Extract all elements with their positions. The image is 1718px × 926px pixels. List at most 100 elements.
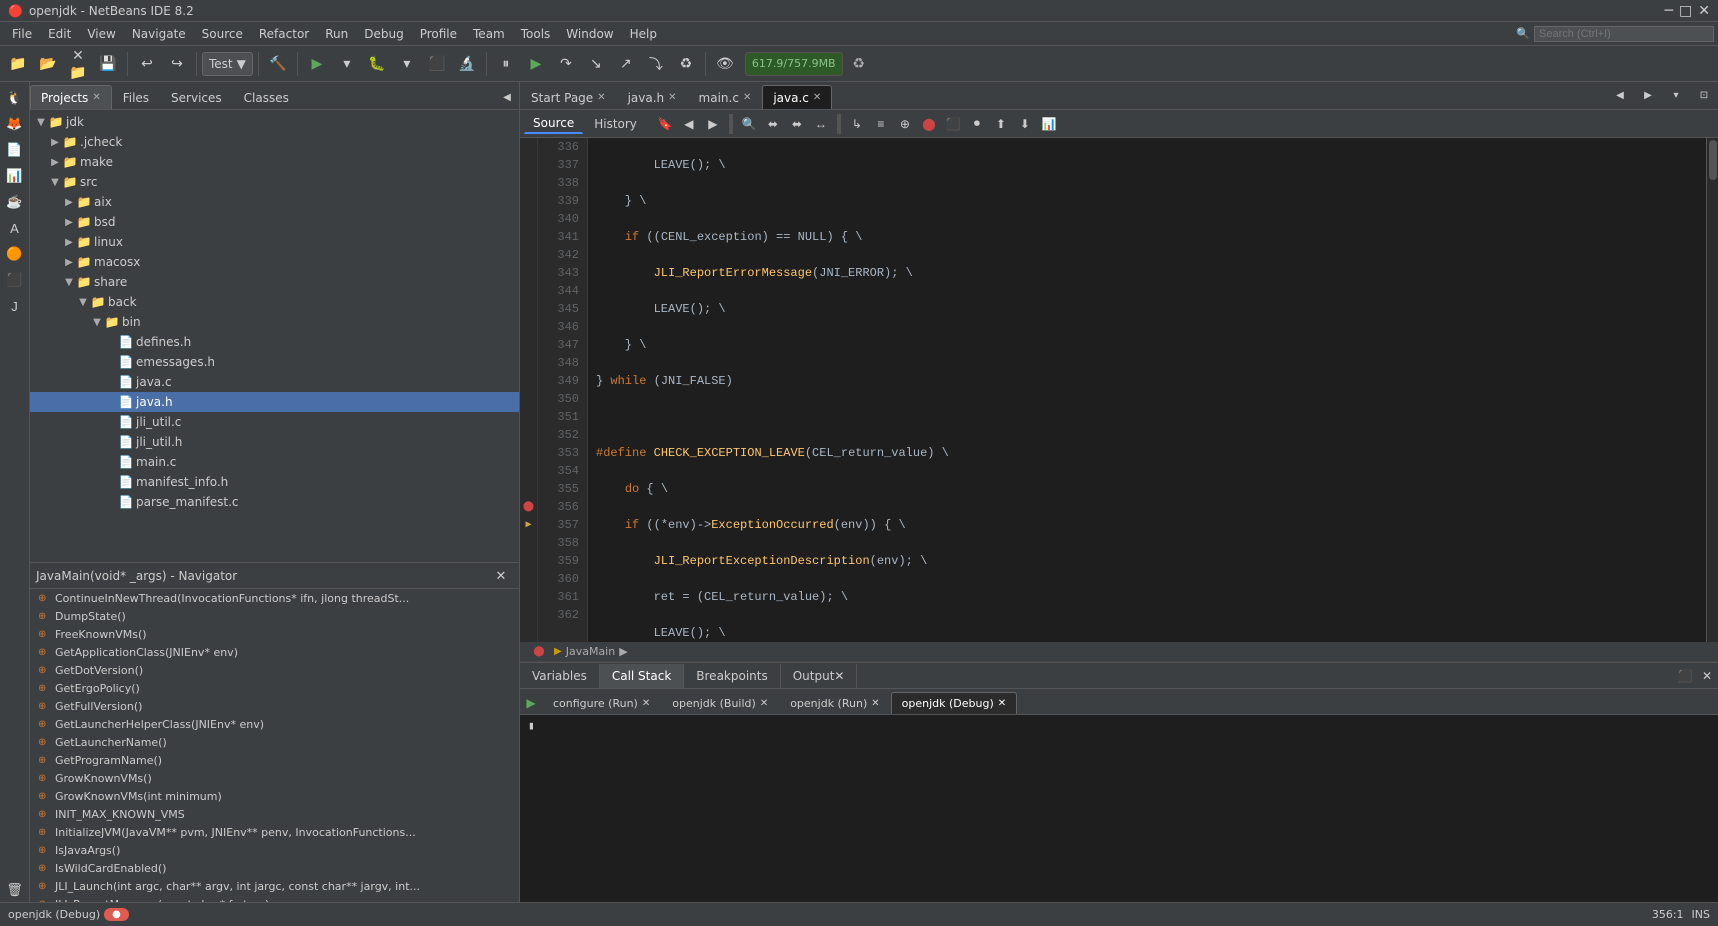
menu-file[interactable]: File: [4, 25, 40, 43]
nav-item-jli-launch[interactable]: ⊕ JLI_Launch(int argc, char** argv, int …: [30, 877, 519, 895]
debug-indicator-btn[interactable]: ●: [104, 908, 129, 921]
output-tab-configure-run[interactable]: configure (Run) ✕: [542, 692, 661, 714]
tab-services[interactable]: Services: [160, 85, 233, 109]
tree-item-manifest-info-h[interactable]: 📄 manifest_info.h: [30, 472, 519, 492]
tab-projects[interactable]: Projects ✕: [30, 85, 112, 109]
tree-item-emessages-h[interactable]: 📄 emessages.h: [30, 352, 519, 372]
step-into-btn[interactable]: ↘: [582, 50, 610, 78]
debug-stop-small-btn[interactable]: ⬤: [528, 641, 550, 663]
step-out-btn[interactable]: ↗: [612, 50, 640, 78]
tab-start-page[interactable]: Start Page ✕: [520, 85, 617, 109]
close-bottom-btn[interactable]: ✕: [1696, 665, 1718, 687]
scrollbar-thumb[interactable]: [1709, 140, 1717, 180]
save-btn[interactable]: 💾: [94, 50, 122, 78]
tree-item-parse-manifest-c[interactable]: 📄 parse_manifest.c: [30, 492, 519, 512]
diff-btn2[interactable]: ⬌: [786, 113, 808, 135]
search-input[interactable]: [1534, 26, 1714, 42]
next-btn[interactable]: ▶: [702, 113, 724, 135]
nav-item-get-ergo-policy[interactable]: ⊕ GetErgoPolicy(): [30, 679, 519, 697]
debug-btn[interactable]: 🐛: [363, 50, 391, 78]
nav-item-init-max[interactable]: ⊕ INIT_MAX_KNOWN_VMS: [30, 805, 519, 823]
collapse-panel-btn[interactable]: ◀: [495, 85, 519, 109]
undo-btn[interactable]: ↩: [133, 50, 161, 78]
nav-item-get-dot-version[interactable]: ⊕ GetDotVersion(): [30, 661, 519, 679]
tree-item-main-c[interactable]: 📄 main.c: [30, 452, 519, 472]
nav-item-jli-report[interactable]: ⊕ JLI_ReportMessage(const char* fmt, ...…: [30, 895, 519, 902]
nb-btn[interactable]: ☕: [3, 190, 27, 214]
step-over-btn[interactable]: ↷: [552, 50, 580, 78]
tree-item-aix[interactable]: ▶ 📁 aix: [30, 192, 519, 212]
breakpoint-btn[interactable]: ⬤: [918, 113, 940, 135]
minimize-btn[interactable]: ─: [1665, 3, 1673, 19]
down-btn[interactable]: ⬇: [1014, 113, 1036, 135]
run-dropdown-btn[interactable]: ▾: [333, 50, 361, 78]
tab-call-stack[interactable]: Call Stack: [600, 664, 684, 688]
run-btn[interactable]: ▶: [303, 50, 331, 78]
tree-item-jli-util-h[interactable]: 📄 jli_util.h: [30, 432, 519, 452]
memory-indicator[interactable]: 617.9/757.9MB: [745, 52, 843, 76]
source-tab[interactable]: Source: [524, 113, 583, 134]
close-openjdk-debug-tab[interactable]: ✕: [998, 698, 1006, 709]
clean-build-btn[interactable]: 🔨: [264, 50, 292, 78]
watch-btn[interactable]: 👁: [711, 50, 739, 78]
diff-btn3[interactable]: ↔: [810, 113, 832, 135]
spreadsheet-btn[interactable]: 📊: [3, 164, 27, 188]
nav-item-get-application-class[interactable]: ⊕ GetApplicationClass(JNIEnv* env): [30, 643, 519, 661]
tab-main-c[interactable]: main.c ✕: [688, 85, 763, 109]
tab-java-c[interactable]: java.c ✕: [762, 85, 832, 109]
tree-item-java-c[interactable]: 📄 java.c: [30, 372, 519, 392]
restore-window-btn[interactable]: ⊡: [1690, 82, 1718, 109]
text-btn[interactable]: 📄: [3, 138, 27, 162]
tree-item-src[interactable]: ▼ 📁 src: [30, 172, 519, 192]
pause-btn[interactable]: ⏸: [492, 50, 520, 78]
tree-item-jli-util-c[interactable]: 📄 jli_util.c: [30, 412, 519, 432]
output-play-btn[interactable]: ▶: [520, 692, 542, 714]
maximize-bottom-btn[interactable]: ⬛: [1674, 665, 1696, 687]
menu-debug[interactable]: Debug: [356, 25, 411, 43]
maximize-btn[interactable]: □: [1679, 3, 1692, 19]
new-project-btn[interactable]: 📁: [4, 50, 32, 78]
open-project-btn[interactable]: 📂: [34, 50, 62, 78]
terminal-btn[interactable]: ⬛: [3, 268, 27, 292]
debug-dropdown-btn[interactable]: ▾: [393, 50, 421, 78]
test-btn[interactable]: 🔬: [453, 50, 481, 78]
toggle-bookmark-btn[interactable]: 🔖: [654, 113, 676, 135]
metrics-btn[interactable]: 📊: [1038, 113, 1060, 135]
find-btn[interactable]: 🔍: [738, 113, 760, 135]
continue-btn[interactable]: ▶: [522, 50, 550, 78]
usages-btn[interactable]: ≡: [870, 113, 892, 135]
jdk-btn[interactable]: J: [3, 294, 27, 318]
nav-item-get-launcher-helper-class[interactable]: ⊕ GetLauncherHelperClass(JNIEnv* env): [30, 715, 519, 733]
close-project-btn[interactable]: ✕📁: [64, 50, 92, 78]
close-start-page-tab[interactable]: ✕: [597, 92, 605, 103]
tree-item-defines-h[interactable]: 📄 defines.h: [30, 332, 519, 352]
menu-refactor[interactable]: Refactor: [251, 25, 317, 43]
menu-window[interactable]: Window: [558, 25, 621, 43]
output-tab-openjdk-debug[interactable]: openjdk (Debug) ✕: [891, 692, 1018, 714]
tree-item-linux[interactable]: ▶ 📁 linux: [30, 232, 519, 252]
stop-recording-btn[interactable]: ⬛: [942, 113, 964, 135]
stop-btn[interactable]: ⬛: [423, 50, 451, 78]
record-btn[interactable]: ⏺: [966, 113, 988, 135]
netbeans-orange-btn[interactable]: 🟠: [3, 242, 27, 266]
run-config-dropdown[interactable]: Test ▼: [202, 52, 253, 76]
nav-item-grow-known-vms[interactable]: ⊕ GrowKnownVMs(): [30, 769, 519, 787]
nav-item-is-java-args[interactable]: ⊕ IsJavaArgs(): [30, 841, 519, 859]
close-openjdk-run-tab[interactable]: ✕: [871, 698, 879, 709]
diff-btn1[interactable]: ⬌: [762, 113, 784, 135]
code-editor[interactable]: ⬤ ▶ 336 337 338 339 340 341 342 343 344 …: [520, 138, 1718, 642]
tree-item-bsd[interactable]: ▶ 📁 bsd: [30, 212, 519, 232]
prev-btn[interactable]: ◀: [678, 113, 700, 135]
close-configure-run-tab[interactable]: ✕: [642, 698, 650, 709]
tab-classes[interactable]: Classes: [233, 85, 300, 109]
nav-item-is-wildcard[interactable]: ⊕ IsWildCardEnabled(): [30, 859, 519, 877]
tab-list-btn[interactable]: ▾: [1662, 82, 1690, 109]
nav-item-get-program-name[interactable]: ⊕ GetProgramName(): [30, 751, 519, 769]
redo-btn[interactable]: ↪: [163, 50, 191, 78]
close-btn[interactable]: ✕: [1698, 3, 1710, 19]
close-main-c-tab[interactable]: ✕: [743, 92, 751, 103]
goto-btn[interactable]: ↳: [846, 113, 868, 135]
nav-item-grow-known-vms-min[interactable]: ⊕ GrowKnownVMs(int minimum): [30, 787, 519, 805]
menu-team[interactable]: Team: [465, 25, 513, 43]
tab-java-h[interactable]: java.h ✕: [617, 85, 688, 109]
